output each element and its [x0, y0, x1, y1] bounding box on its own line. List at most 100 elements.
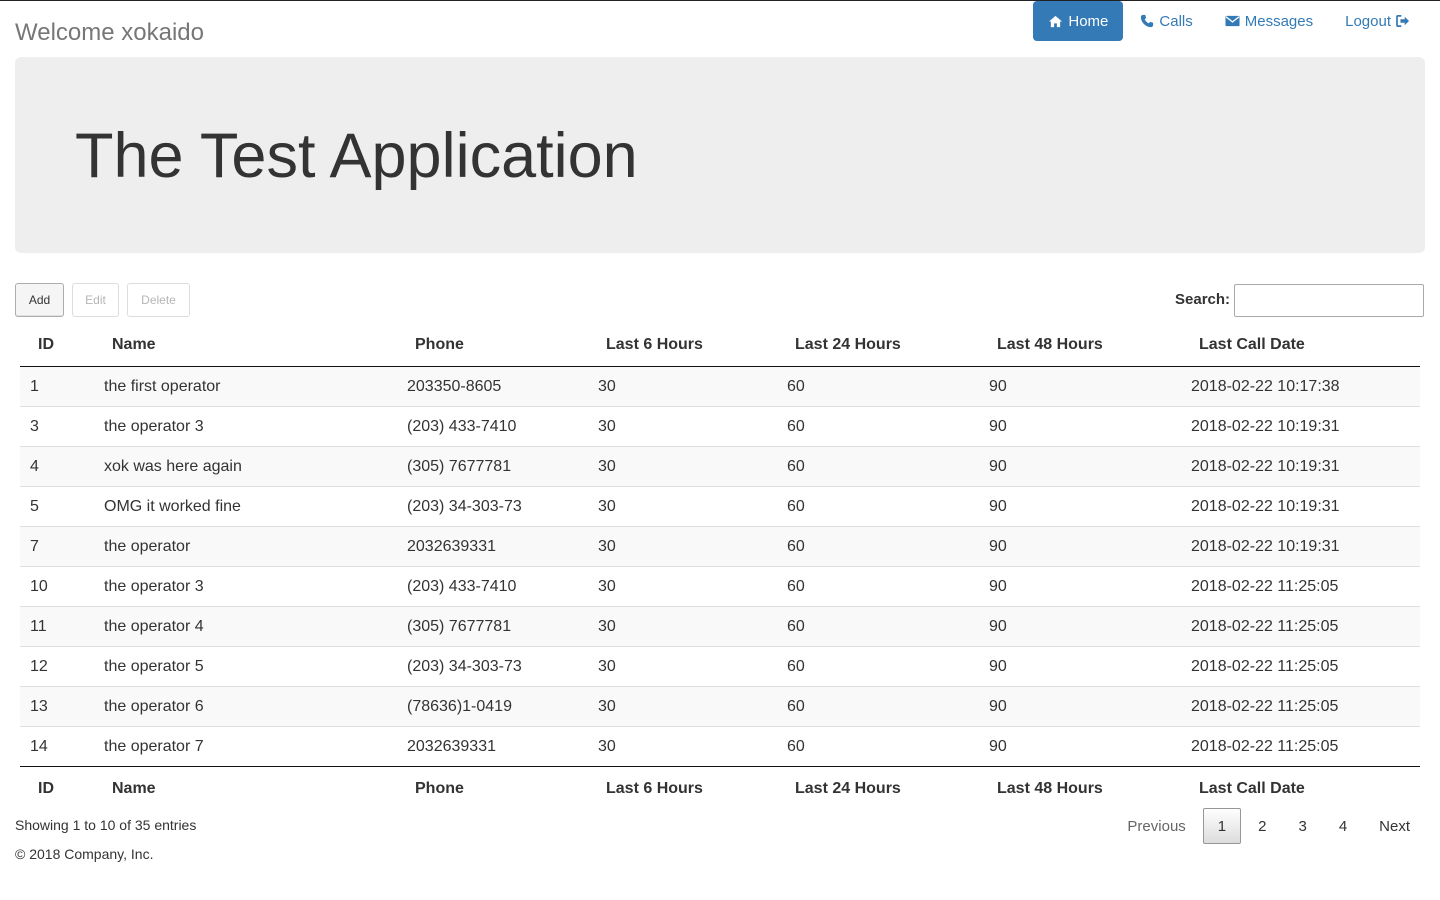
nav-logout-label: Logout — [1345, 12, 1391, 30]
table-header-row: ID Name Phone Last 6 Hours Last 24 Hours… — [20, 323, 1420, 367]
table-cell: 90 — [979, 486, 1181, 527]
table-cell: (203) 34-303-73 — [397, 646, 588, 687]
phone-icon — [1141, 14, 1154, 28]
table-cell: 11 — [20, 606, 94, 647]
table-cell: 5 — [20, 486, 94, 527]
table-cell: 30 — [588, 726, 777, 767]
add-button[interactable]: Add — [15, 283, 64, 317]
table-cell: 2018-02-22 11:25:05 — [1181, 606, 1420, 647]
table-cell: 60 — [777, 686, 979, 727]
table-cell: 30 — [588, 406, 777, 447]
table-row[interactable]: 11 the operator 4 (305) 7677781 30 60 90 2018-… — [20, 606, 1420, 647]
table-cell: 60 — [787, 377, 805, 395]
table-row[interactable]: 5 OMG it worked fine (203) 34-303-73 30 60 90… — [20, 486, 1420, 527]
table-cell: 60 — [777, 406, 979, 447]
column-footer: Last 6 Hours — [588, 766, 777, 810]
table-row[interactable]: 13 the operator 6 (78636)1-0419 30 60 90 2018-… — [20, 686, 1420, 727]
table-cell: 60 — [777, 726, 979, 767]
table-cell: the operator 3 — [94, 406, 397, 447]
nav-messages-label: Messages — [1244, 12, 1314, 30]
hero-banner: The Test Application — [15, 57, 1425, 253]
table-row[interactable]: 7 the operator 2032639331 30 60 90 2018-02-22 … — [20, 526, 1420, 567]
table-cell: 30 — [588, 526, 777, 567]
table-row[interactable]: 4 xok was here again (305) 7677781 30 60 90 20… — [20, 446, 1420, 487]
column-header[interactable]: Last Call Date — [1181, 323, 1420, 367]
column-header[interactable]: Last 48 Hours — [979, 323, 1181, 367]
table-cell: 30 — [588, 566, 777, 607]
table-cell: 60 — [777, 606, 979, 647]
edit-button[interactable]: Edit — [72, 283, 119, 317]
table-cell: (203) 433-7410 — [397, 566, 588, 607]
column-header[interactable]: Name — [94, 323, 397, 367]
table-row[interactable]: 10 the operator 3 (203) 433-7410 30 60 90 2018… — [20, 566, 1420, 607]
search-input[interactable] — [1234, 284, 1424, 317]
top-nav: Home Calls Messages Logout — [1031, 1, 1425, 41]
column-header[interactable]: Phone — [397, 323, 588, 367]
table-row[interactable]: 12 the operator 5 (203) 34-303-73 30 60 90 201… — [20, 646, 1420, 687]
page-button-3[interactable]: 3 — [1283, 808, 1321, 844]
table-cell: 90 — [979, 726, 1181, 767]
table-cell: the operator 5 — [94, 646, 397, 687]
column-footer: Last Call Date — [1181, 766, 1420, 810]
page-button-4[interactable]: 4 — [1324, 808, 1362, 844]
column-footer: ID — [20, 766, 94, 810]
table-cell: 2032639331 — [397, 526, 588, 567]
table-cell: 60 — [777, 446, 979, 487]
table-cell: 203350-8605 — [407, 377, 502, 395]
table-cell: 2018-02-22 11:25:05 — [1181, 686, 1420, 727]
column-header[interactable]: Last 24 Hours — [777, 323, 979, 367]
column-header[interactable]: Last 6 Hours — [588, 323, 777, 367]
nav-home-label: Home — [1068, 12, 1109, 30]
table-cell: 2018-02-22 11:25:05 — [1181, 566, 1420, 607]
table-cell: the operator 6 — [94, 686, 397, 727]
column-footer: Name — [94, 766, 397, 810]
nav-calls-link[interactable]: Calls — [1125, 1, 1207, 41]
table-cell: 90 — [989, 377, 1007, 395]
table-cell: 13 — [20, 686, 94, 727]
table-row[interactable]: 1 the first operator 203350-8605 30 60 90 2018… — [20, 366, 1420, 407]
nav-home-link[interactable]: Home — [1033, 1, 1124, 41]
next-page-button[interactable]: Next — [1364, 808, 1425, 844]
table-cell: (305) 7677781 — [397, 606, 588, 647]
column-header[interactable]: ID — [20, 323, 94, 367]
table-cell: 2032639331 — [397, 726, 588, 767]
table-cell: xok was here again — [94, 446, 397, 487]
delete-button[interactable]: Delete — [127, 283, 190, 317]
table-cell: 2018-02-22 11:25:05 — [1181, 726, 1420, 767]
table-cell: the first operator — [104, 377, 221, 395]
table-cell: 10 — [20, 566, 94, 607]
table-cell: 90 — [979, 446, 1181, 487]
table-cell: 2018-02-22 10:19:31 — [1181, 446, 1420, 487]
page-button-2[interactable]: 2 — [1243, 808, 1281, 844]
table-cell: 2018-02-22 10:19:31 — [1181, 486, 1420, 527]
home-icon — [1049, 15, 1063, 27]
operators-table: ID Name Phone Last 6 Hours Last 24 Hours… — [20, 323, 1420, 810]
table-cell: 90 — [979, 686, 1181, 727]
table-cell: the operator 4 — [94, 606, 397, 647]
table-info: Showing 1 to 10 of 35 entries — [15, 817, 197, 833]
nav-logout-link[interactable]: Logout — [1330, 1, 1425, 41]
table-cell: 30 — [588, 686, 777, 727]
table-cell: 30 — [588, 606, 777, 647]
table-row[interactable]: 14 the operator 7 2032639331 30 60 90 2018-02-… — [20, 726, 1420, 767]
table-cell: 4 — [20, 446, 94, 487]
table-cell: 60 — [777, 486, 979, 527]
column-footer: Phone — [397, 766, 588, 810]
table-cell: 2018-02-22 11:25:05 — [1181, 646, 1420, 687]
page-button-1[interactable]: 1 — [1202, 808, 1242, 844]
table-cell: 30 — [588, 446, 777, 487]
table-row[interactable]: 3 the operator 3 (203) 433-7410 30 60 90 2018-… — [20, 406, 1420, 447]
column-footer: Last 48 Hours — [979, 766, 1181, 810]
sign-out-icon — [1396, 15, 1409, 27]
table-cell: 2018-02-22 10:19:31 — [1181, 526, 1420, 567]
table-cell: 2018-02-22 10:19:31 — [1181, 406, 1420, 447]
column-footer: Last 24 Hours — [777, 766, 979, 810]
copyright: © 2018 Company, Inc. — [15, 846, 154, 862]
table-cell: 3 — [20, 406, 94, 447]
table-cell: 60 — [777, 526, 979, 567]
previous-page-button[interactable]: Previous — [1112, 808, 1200, 844]
table-cell: (203) 34-303-73 — [397, 486, 588, 527]
nav-messages-link[interactable]: Messages — [1210, 1, 1328, 41]
table-cell: (203) 433-7410 — [397, 406, 588, 447]
table-cell: 30 — [588, 486, 777, 527]
